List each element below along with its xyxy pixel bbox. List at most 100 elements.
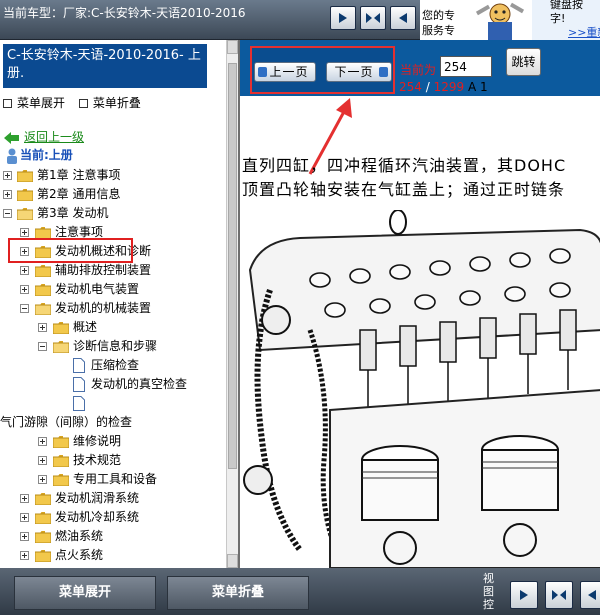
document-icon [73, 396, 85, 411]
sidebar-scrollbar[interactable] [226, 40, 238, 568]
folder-icon [35, 512, 51, 524]
document-icon [73, 377, 85, 392]
folder-open-icon [53, 341, 69, 353]
folder-icon [53, 436, 69, 448]
tree-item-label: 气门游隙（间隙）的检查 [0, 415, 133, 429]
manual-title: C-长安铃木-天语-2010-2016- 上册. [3, 44, 207, 88]
view-single-right-button[interactable] [390, 6, 416, 30]
collapse-toggle-icon[interactable] [38, 342, 47, 351]
folder-icon [35, 493, 51, 505]
tree-item-label: 发动机的机械装置 [55, 301, 152, 315]
folder-icon [35, 265, 51, 277]
folder-open-icon [17, 208, 33, 220]
expand-toggle-icon[interactable] [38, 323, 47, 332]
collapse-square-icon [78, 99, 88, 108]
folder-icon [35, 531, 51, 543]
bottom-bar: 菜单展开 菜单折叠 视图控 [0, 568, 600, 615]
next-page-button[interactable]: 下一页 [326, 62, 392, 82]
folder-icon [53, 322, 69, 334]
tree-item-label: 专用工具和设备 [73, 472, 158, 486]
tree-item-label: 发动机冷却系统 [55, 510, 140, 524]
next-arrow-icon [379, 67, 388, 77]
expand-toggle-icon[interactable] [20, 494, 29, 503]
tree-item-label: 点火系统 [55, 548, 104, 562]
expand-toggle-icon[interactable] [38, 475, 47, 484]
page-nav-bar: 上一页 下一页 当前为 跳转 254 / 1299 A 1 [240, 40, 600, 96]
tree-item-label: 第3章 发动机 [37, 206, 109, 220]
expand-toggle-icon[interactable] [20, 513, 29, 522]
scroll-up-arrow-icon[interactable] [227, 40, 238, 54]
sidebar: C-长安铃木-天语-2010-2016- 上册. 菜单展开 菜单折叠 返回上一级… [0, 40, 234, 568]
mechanic-mascot-icon [475, 2, 525, 40]
arrow-left-icon [399, 13, 407, 23]
vehicle-title: 当前车型：厂家:C-长安铃木-天语2010-2016 [3, 6, 246, 20]
folder-icon [35, 550, 51, 562]
back-link[interactable]: 返回上一级 [24, 128, 84, 147]
expand-square-icon [3, 99, 12, 108]
expand-toggle-icon[interactable] [3, 190, 12, 199]
view-control-label: 视图控 [483, 572, 494, 611]
prev-arrow-icon [258, 67, 267, 77]
arrow-left-icon [588, 590, 596, 600]
tree-item-label: 发动机电气装置 [55, 282, 140, 296]
scroll-thumb[interactable] [228, 63, 237, 469]
tree-item-label: 概述 [73, 320, 98, 334]
split-arrows-icon [366, 13, 380, 23]
expand-toggle-icon[interactable] [20, 551, 29, 560]
back-arrow-icon [4, 132, 19, 144]
collapse-toggle-icon[interactable] [3, 209, 12, 218]
current-node-label: 当前:上册 [20, 148, 73, 162]
tree-item-label: 辅助排放控制装置 [55, 263, 152, 277]
document-icon [73, 358, 85, 373]
page-count: 254 / 1299 A 1 [399, 80, 488, 94]
expand-toggle-icon[interactable] [20, 266, 29, 275]
view-single-left-button[interactable] [330, 6, 356, 30]
collapse-toggle-icon[interactable] [20, 304, 29, 313]
bottom-expand-button[interactable]: 菜单展开 [14, 576, 156, 610]
view-split-button[interactable] [360, 6, 386, 30]
service-text: 您的专 服务专 [422, 9, 455, 37]
arrow-right-icon [520, 590, 528, 600]
tree-item-label: 维修说明 [73, 434, 122, 448]
engine-cutaway-illustration [240, 210, 600, 568]
prev-page-button[interactable]: 上一页 [254, 62, 316, 82]
tree-item-label: 发动机的真空检查 [91, 377, 188, 391]
manual-text: 直列四缸，四冲程循环汽油装置，其DOHC 顶置凸轮轴安装在气缸盖上；通过正时链条 [242, 154, 566, 202]
service-panel: 您的专 服务专 键盘按 字! >>重新 [420, 0, 600, 40]
user-icon [7, 148, 17, 164]
expand-all-link[interactable]: 菜单展开 [17, 96, 65, 110]
tree-item-label: 诊断信息和步骤 [73, 339, 158, 353]
tree-item-label: 发动机润滑系统 [55, 491, 140, 505]
folder-icon [35, 284, 51, 296]
expand-toggle-icon[interactable] [38, 437, 47, 446]
manual-text-line: 顶置凸轮轴安装在气缸盖上；通过正时链条 [242, 180, 566, 199]
page-nav-group: 上一页 下一页 [250, 46, 395, 94]
expand-collapse-links: 菜单展开 菜单折叠 [3, 94, 151, 111]
current-page-label: 当前为 [400, 63, 437, 77]
split-arrows-icon [552, 590, 566, 600]
bottom-collapse-button[interactable]: 菜单折叠 [167, 576, 309, 610]
folder-icon [53, 474, 69, 486]
expand-toggle-icon[interactable] [20, 285, 29, 294]
folder-icon [17, 189, 33, 201]
folder-open-icon [35, 303, 51, 315]
bottom-view-left-button[interactable] [510, 581, 538, 609]
page-number-input[interactable] [440, 56, 492, 77]
arrow-right-icon [339, 13, 347, 23]
expand-toggle-icon[interactable] [38, 456, 47, 465]
expand-toggle-icon[interactable] [20, 532, 29, 541]
manual-text-line: 直列四缸，四冲程循环汽油装置，其DOHC [242, 156, 567, 175]
expand-toggle-icon[interactable] [3, 171, 12, 180]
manual-page: 上一页 下一页 当前为 跳转 254 / 1299 A 1 直列四缸，四冲程循环… [238, 40, 600, 568]
folder-icon [17, 170, 33, 182]
expand-toggle-icon[interactable] [20, 228, 29, 237]
bottom-view-right-button[interactable] [580, 581, 600, 609]
collapse-all-link[interactable]: 菜单折叠 [93, 96, 141, 110]
service-right-panel: 键盘按 字! >>重新 [532, 0, 600, 40]
service-link[interactable]: >>重新 [568, 24, 600, 40]
bottom-view-split-button[interactable] [545, 581, 573, 609]
scroll-down-arrow-icon[interactable] [227, 554, 238, 568]
top-bar: 当前车型：厂家:C-长安铃木-天语2010-2016 您的专 服务专 键盘按 字… [0, 0, 600, 40]
jump-button[interactable]: 跳转 [506, 48, 541, 76]
folder-icon [53, 455, 69, 467]
